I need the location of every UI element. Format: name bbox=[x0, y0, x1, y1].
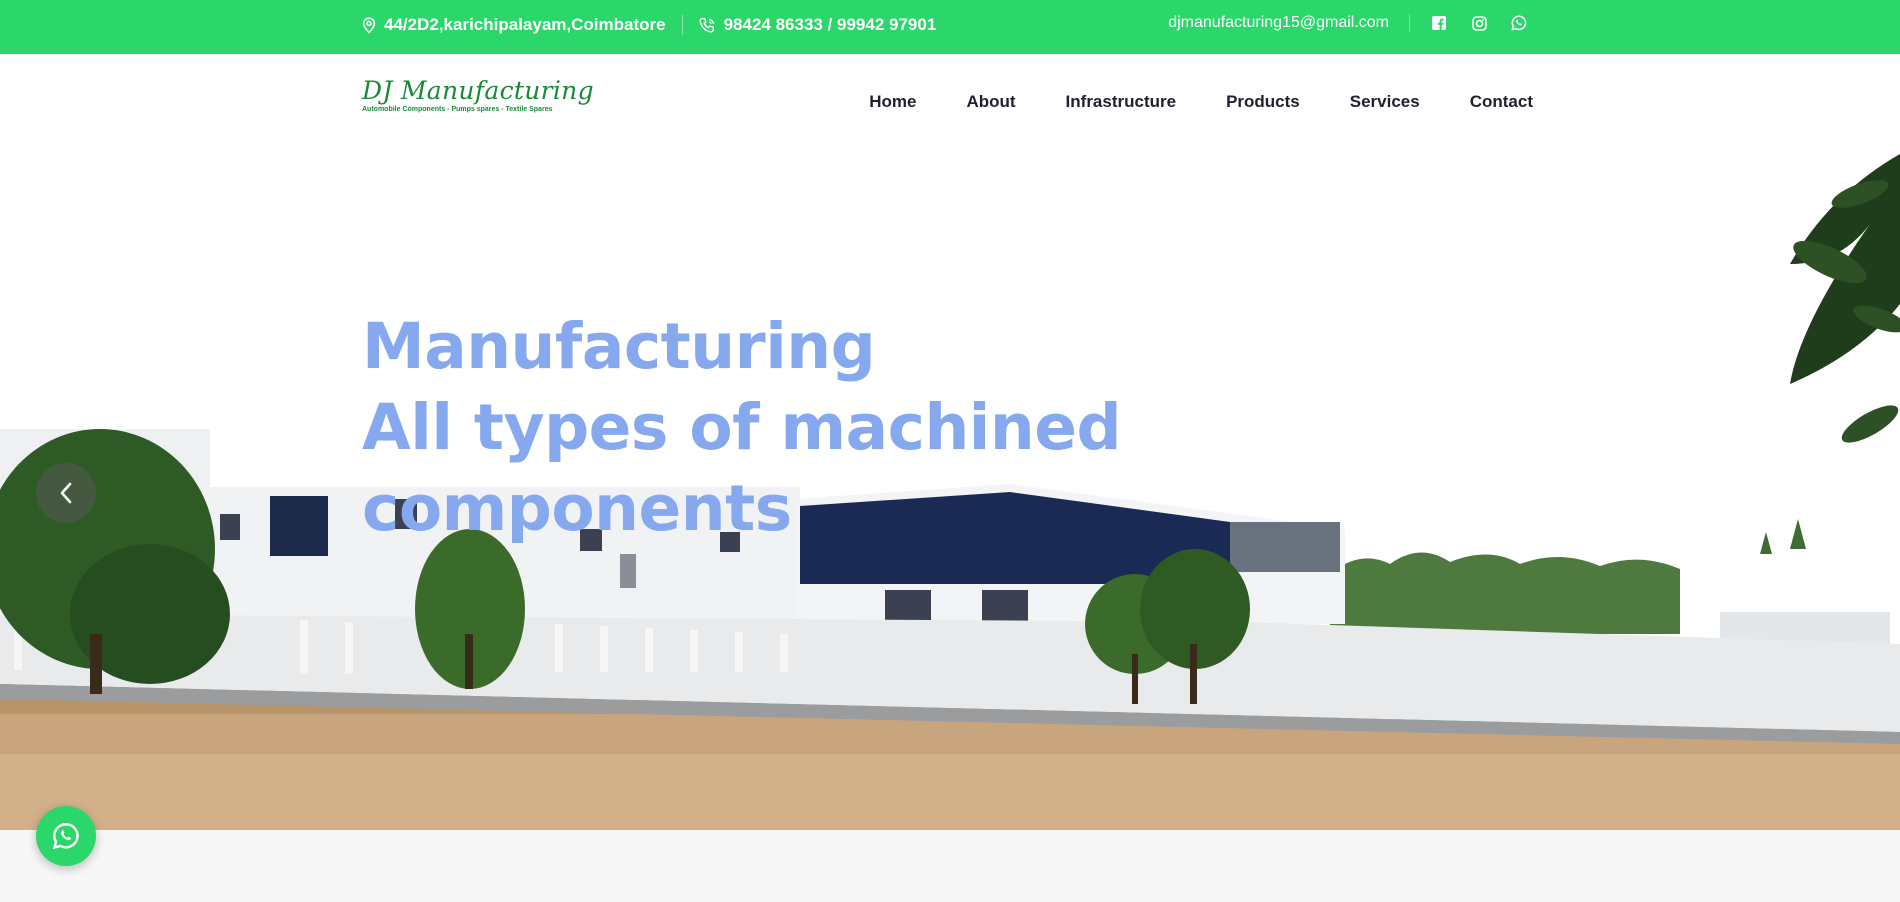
social-links bbox=[1409, 14, 1528, 32]
site-header: DJ Manufacturing Automobile Components -… bbox=[0, 54, 1900, 154]
phone-icon bbox=[698, 17, 714, 33]
nav-item-about[interactable]: About bbox=[966, 92, 1015, 112]
phone-text: 98424 86333 / 99942 97901 bbox=[723, 15, 937, 34]
instagram-icon[interactable] bbox=[1470, 14, 1488, 32]
email-link[interactable]: djmanufacturing15@gmail.com bbox=[1168, 14, 1389, 32]
hero-slider: Manufacturing All types of machined comp… bbox=[0, 154, 1900, 830]
phone-item[interactable]: 98424 86333 / 99942 97901 bbox=[698, 15, 937, 35]
hero-line: components bbox=[362, 472, 792, 545]
whatsapp-icon[interactable] bbox=[1510, 14, 1528, 32]
nav-item-products[interactable]: Products bbox=[1226, 92, 1300, 112]
nav-item-services[interactable]: Services bbox=[1350, 92, 1420, 112]
nav-item-home[interactable]: Home bbox=[869, 92, 916, 112]
hero-line: All types of machined bbox=[362, 391, 1122, 464]
hero-headline: Manufacturing All types of machined comp… bbox=[362, 306, 1122, 549]
top-bar-contact: 44/2D2,karichipalayam,Coimbatore 98424 8… bbox=[362, 0, 936, 50]
divider bbox=[681, 15, 683, 35]
address-item: 44/2D2,karichipalayam,Coimbatore bbox=[362, 15, 666, 35]
whatsapp-icon bbox=[52, 823, 79, 850]
top-bar: 44/2D2,karichipalayam,Coimbatore 98424 8… bbox=[0, 0, 1900, 54]
address-text: 44/2D2,karichipalayam,Coimbatore bbox=[384, 15, 666, 34]
logo-title: DJ Manufacturing bbox=[362, 76, 594, 105]
hero-line: Manufacturing bbox=[362, 310, 876, 383]
top-bar-right: djmanufacturing15@gmail.com bbox=[1168, 0, 1528, 46]
slider-prev-button[interactable] bbox=[36, 463, 96, 523]
next-section bbox=[0, 830, 1900, 902]
logo[interactable]: DJ Manufacturing Automobile Components -… bbox=[362, 76, 594, 113]
main-nav: Home About Infrastructure Products Servi… bbox=[869, 92, 1533, 112]
facebook-icon[interactable] bbox=[1430, 14, 1448, 32]
whatsapp-float-button[interactable] bbox=[36, 806, 96, 866]
nav-item-infrastructure[interactable]: Infrastructure bbox=[1066, 92, 1177, 112]
logo-tagline: Automobile Components - Pumps spares - T… bbox=[362, 106, 553, 113]
nav-item-contact[interactable]: Contact bbox=[1470, 92, 1533, 112]
chevron-left-icon bbox=[60, 482, 72, 504]
map-pin-icon bbox=[362, 16, 376, 34]
